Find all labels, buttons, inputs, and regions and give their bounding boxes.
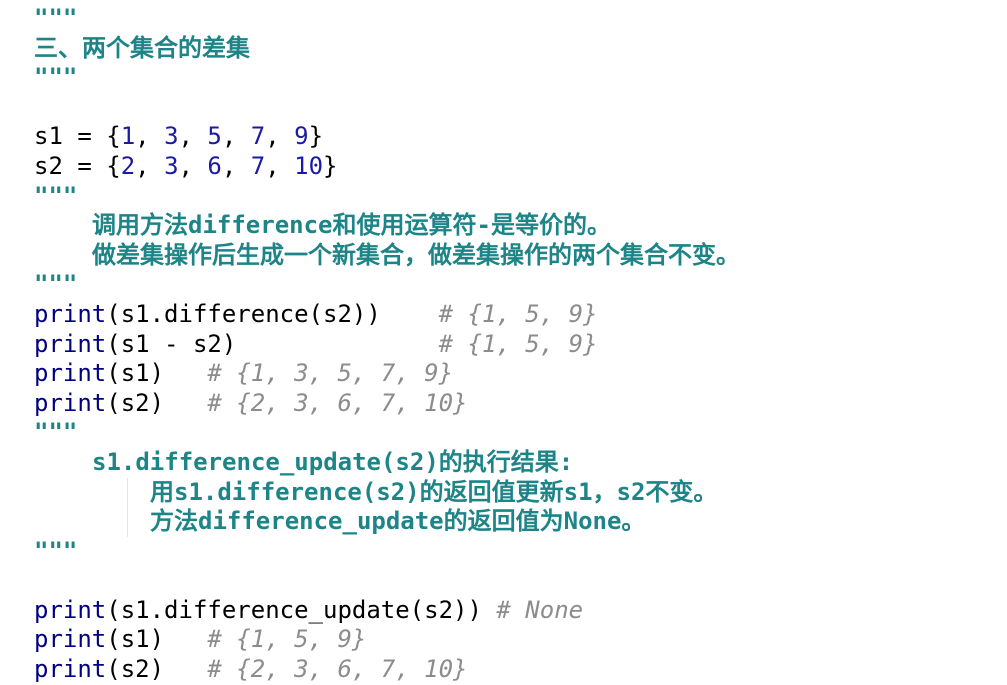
- number-literal: 1: [120, 122, 136, 151]
- code-line: """: [34, 418, 994, 448]
- builtin-print: print: [34, 655, 107, 684]
- builtin-print: print: [34, 299, 107, 328]
- code-comment: # {2, 3, 6, 7, 10}: [207, 655, 468, 684]
- docstring-delimiter: """: [34, 4, 78, 32]
- number-literal: 2: [120, 151, 136, 180]
- separator: ,: [178, 122, 208, 151]
- number-literal: 5: [207, 122, 222, 151]
- docstring-text: 方法difference_update的返回值为None。: [150, 507, 646, 536]
- number-literal: 7: [250, 122, 266, 151]
- code-line: print(s1.difference(s2)) # {1, 5, 9}: [34, 300, 994, 330]
- code-text: (s2): [106, 388, 208, 417]
- number-literal: 3: [164, 151, 179, 180]
- code-comment: # None: [496, 595, 584, 624]
- code-line: s1 = {1, 3, 5, 7, 9}: [34, 122, 994, 152]
- code-text: s2 = {: [34, 151, 121, 180]
- code-text: s1 = {: [34, 122, 121, 151]
- brace: }: [308, 122, 324, 151]
- code-line: print(s2) # {2, 3, 6, 7, 10}: [34, 655, 994, 685]
- number-literal: 6: [207, 151, 222, 180]
- code-line: """: [34, 4, 994, 34]
- number-literal: 7: [250, 151, 266, 180]
- code-text: (s1): [106, 625, 208, 654]
- code-line: s2 = {2, 3, 6, 7, 10}: [34, 152, 994, 182]
- code-comment: # {2, 3, 6, 7, 10}: [207, 388, 468, 417]
- separator: ,: [221, 151, 251, 180]
- separator: ,: [221, 122, 251, 151]
- docstring-text: 用s1.difference(s2)的返回值更新s1，s2不变。: [150, 477, 718, 506]
- code-comment: # {1, 3, 5, 7, 9}: [207, 359, 454, 388]
- docstring-text: 做差集操作后生成一个新集合，做差集操作的两个集合不变。: [92, 240, 740, 269]
- code-comment: # {1, 5, 9}: [438, 329, 598, 358]
- code-comment: # {1, 5, 9}: [438, 299, 598, 328]
- brace: }: [323, 151, 338, 180]
- builtin-print: print: [34, 625, 107, 654]
- code-line: print(s2) # {2, 3, 6, 7, 10}: [34, 389, 994, 419]
- docstring-delimiter: """: [34, 270, 78, 299]
- code-line: s1.difference_update(s2)的执行结果:: [34, 448, 994, 478]
- builtin-print: print: [34, 595, 107, 624]
- code-line: print(s1.difference_update(s2)) # None: [34, 596, 994, 626]
- builtin-print: print: [34, 359, 107, 388]
- docstring-delimiter: """: [34, 181, 78, 210]
- separator: ,: [135, 122, 165, 151]
- separator: ,: [135, 151, 165, 180]
- code-line: 调用方法difference和使用运算符-是等价的。: [34, 211, 994, 241]
- code-line: """: [34, 182, 994, 212]
- docstring-text: s1.difference_update(s2)的执行结果:: [92, 447, 574, 476]
- docstring-delimiter: """: [34, 418, 78, 447]
- number-literal: 3: [164, 122, 179, 151]
- code-text: (s1.difference_update(s2)): [106, 595, 497, 624]
- code-text: (s1 - s2): [106, 329, 439, 358]
- code-line: print(s1 - s2) # {1, 5, 9}: [34, 330, 994, 360]
- docstring-text: 三、两个集合的差集: [34, 33, 250, 62]
- code-line: print(s1) # {1, 5, 9}: [34, 625, 994, 655]
- docstring-delimiter: """: [34, 536, 78, 565]
- number-literal: 9: [294, 122, 309, 151]
- code-text: (s1): [106, 359, 208, 388]
- builtin-print: print: [34, 329, 107, 358]
- code-line: 做差集操作后生成一个新集合，做差集操作的两个集合不变。: [34, 241, 994, 271]
- code-text: (s1.difference(s2)): [106, 299, 439, 328]
- code-editor[interactable]: """ 三、两个集合的差集 """ s1 = {1, 3, 5, 7, 9} s…: [34, 4, 994, 685]
- code-line: """: [34, 63, 994, 93]
- docstring-delimiter: """: [34, 63, 78, 92]
- code-line: """: [34, 537, 994, 567]
- separator: ,: [265, 122, 295, 151]
- code-line: 三、两个集合的差集: [34, 34, 994, 64]
- number-literal: 10: [294, 151, 324, 180]
- separator: ,: [178, 151, 208, 180]
- code-line: """: [34, 270, 994, 300]
- code-line: 用s1.difference(s2)的返回值更新s1，s2不变。: [34, 477, 994, 537]
- code-line: 方法difference_update的返回值为None。: [34, 507, 994, 537]
- code-line: print(s1) # {1, 3, 5, 7, 9}: [34, 359, 994, 389]
- separator: ,: [265, 151, 295, 180]
- code-text: (s2): [106, 655, 208, 684]
- docstring-text: 调用方法difference和使用运算符-是等价的。: [92, 211, 611, 240]
- code-comment: # {1, 5, 9}: [207, 625, 367, 654]
- builtin-print: print: [34, 388, 107, 417]
